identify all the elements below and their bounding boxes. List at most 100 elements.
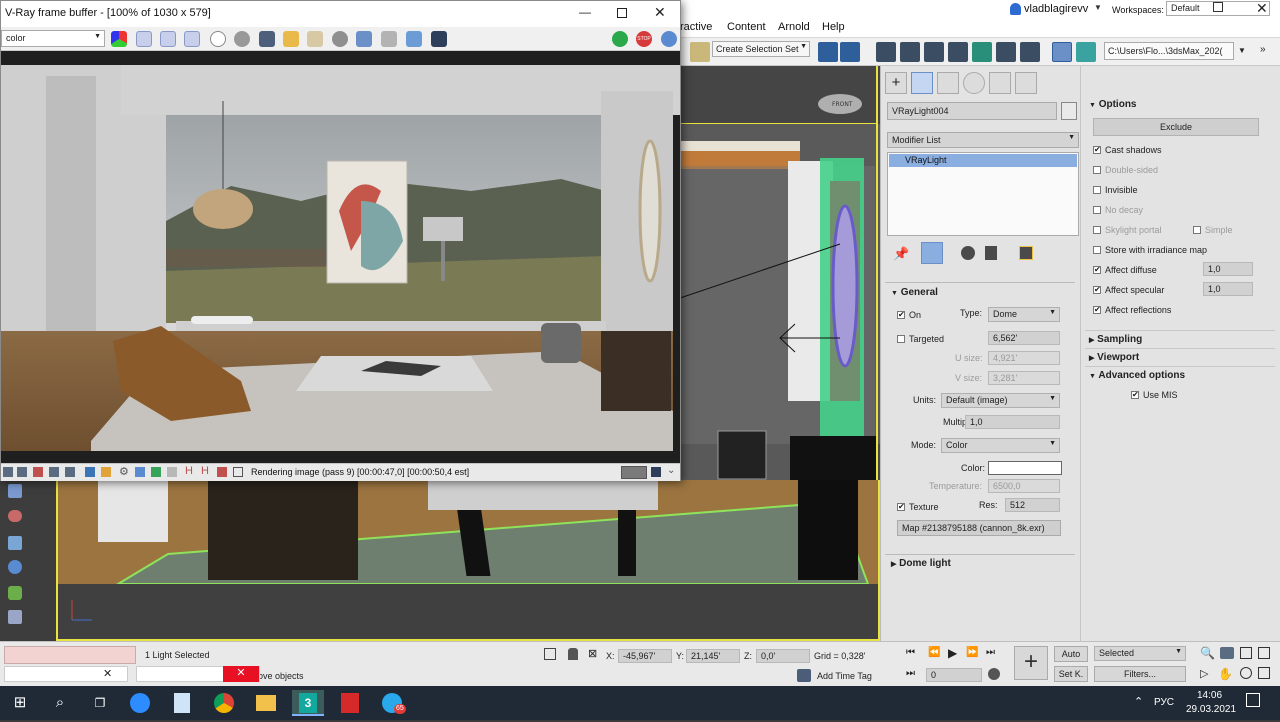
general-header[interactable]: ▼ General <box>891 287 938 303</box>
viewport-lower[interactable] <box>56 480 880 641</box>
time-config-icon[interactable] <box>988 668 1000 680</box>
object-name-field[interactable]: VRayLight004 <box>887 102 1057 120</box>
white-icon[interactable] <box>210 31 226 47</box>
srgb-icon[interactable] <box>135 467 145 477</box>
schematic-icon[interactable] <box>948 42 968 62</box>
key-mode-icon[interactable]: ⏭ <box>906 668 915 679</box>
create-tab-icon[interactable]: + <box>885 72 907 94</box>
pixel-aspect-icon[interactable] <box>217 467 227 477</box>
sampling-rollout[interactable]: ▶ Sampling <box>1085 330 1275 346</box>
units-select[interactable]: Default (image) <box>941 393 1060 408</box>
red-channel-icon[interactable] <box>136 31 152 47</box>
input-language[interactable]: РУС <box>1154 697 1174 708</box>
curve-icon[interactable] <box>65 467 75 477</box>
modify-tab-icon[interactable] <box>911 72 933 94</box>
use-mis-checkbox[interactable]: ✔ <box>1131 391 1139 399</box>
goto-start-icon[interactable]: ⏮ <box>906 647 915 658</box>
mono-icon[interactable] <box>234 31 250 47</box>
history-icon[interactable] <box>3 467 13 477</box>
3dsmax-app-icon[interactable]: 3 <box>292 690 324 716</box>
dome-light-rollout[interactable]: ▶ Dome light <box>885 554 1075 570</box>
material-editor-icon[interactable] <box>972 42 992 62</box>
exposure-icon[interactable] <box>101 467 111 477</box>
menu-arnold[interactable]: Arnold <box>778 21 810 33</box>
usize-spinner[interactable]: 4,921' <box>988 351 1060 365</box>
expand-panel-icon[interactable]: ⌄ <box>667 465 675 476</box>
exclude-button[interactable]: Exclude <box>1093 118 1259 136</box>
hierarchy-tab-icon[interactable] <box>937 72 959 94</box>
fov-icon[interactable]: ▷ <box>1200 667 1208 680</box>
color-swatch[interactable] <box>988 461 1062 475</box>
maxscript-listener[interactable] <box>4 646 136 664</box>
notepad-app-icon[interactable] <box>166 690 198 716</box>
minimize-icon[interactable]: — <box>579 5 591 19</box>
track-mouse-icon[interactable] <box>381 31 397 47</box>
stop-render-icon[interactable]: STOP <box>636 31 652 47</box>
menu-content[interactable]: Content <box>727 21 766 33</box>
store-irradiance-checkbox[interactable] <box>1093 246 1101 254</box>
display-tab-icon[interactable] <box>989 72 1011 94</box>
affect-diffuse-checkbox[interactable]: ✔ <box>1093 266 1101 274</box>
icc-icon[interactable] <box>167 467 177 477</box>
align-icon[interactable] <box>840 42 860 62</box>
close-icon[interactable]: ✕ <box>223 666 259 682</box>
drape-icon[interactable] <box>8 610 22 624</box>
zoom-extents-icon[interactable] <box>1240 647 1252 659</box>
layers-icon[interactable] <box>876 42 896 62</box>
advanced-rollout[interactable]: ▼ Advanced options ✔ Use MIS <box>1085 366 1275 406</box>
frame-window-icon[interactable] <box>1020 42 1040 62</box>
key-filter-select[interactable]: Selected <box>1094 646 1186 661</box>
histogram-icon[interactable] <box>85 467 95 477</box>
object-color-swatch[interactable] <box>1061 102 1077 120</box>
display-icon[interactable] <box>431 31 447 47</box>
settings-gear-icon[interactable]: ⚙ <box>119 465 129 478</box>
refresh-icon[interactable] <box>612 31 628 47</box>
no-decay-checkbox[interactable] <box>1093 206 1101 214</box>
task-view-icon[interactable]: ❐ <box>84 690 116 716</box>
simple-checkbox[interactable] <box>1193 226 1201 234</box>
isolate-icon[interactable] <box>544 648 556 660</box>
search-icon[interactable]: ⌕ <box>44 690 76 716</box>
channel-select[interactable]: color ▼ <box>1 30 105 47</box>
taskbar-preview-thumb[interactable]: ✕ <box>4 666 128 682</box>
goto-end-icon[interactable]: ⏭ <box>986 647 995 658</box>
chevron-down-icon[interactable]: ▼ <box>1094 3 1102 12</box>
pin-stack-icon[interactable]: 📌 <box>893 246 909 262</box>
rivet-icon[interactable] <box>8 484 22 498</box>
globe-icon[interactable] <box>8 560 22 574</box>
cast-shadows-checkbox[interactable]: ✔ <box>1093 146 1101 154</box>
modifier-stack-item[interactable]: VRayLight <box>889 154 1077 167</box>
options-header[interactable]: ▼ Options <box>1089 99 1137 115</box>
ocio-icon[interactable] <box>151 467 161 477</box>
mode-select[interactable]: Color <box>941 438 1060 453</box>
res-spinner[interactable]: 512 <box>1005 498 1060 512</box>
make-unique-icon[interactable] <box>961 246 975 260</box>
lut-icon[interactable] <box>33 467 43 477</box>
remove-modifier-icon[interactable] <box>985 246 997 260</box>
clock-date[interactable]: 29.03.2021 <box>1186 704 1236 715</box>
y-coordinate[interactable]: 21,145' <box>686 649 740 663</box>
close-icon[interactable]: ✕ <box>103 667 112 680</box>
scene-explorer-icon[interactable] <box>900 42 920 62</box>
add-time-tag[interactable]: Add Time Tag <box>817 671 872 681</box>
blue-channel-icon[interactable] <box>184 31 200 47</box>
region-render-icon[interactable] <box>406 31 422 47</box>
absolute-mode-icon[interactable]: ⊠ <box>588 647 597 660</box>
show-end-result-icon[interactable] <box>921 242 943 264</box>
utilities-tab-icon[interactable] <box>1015 72 1037 94</box>
close-icon[interactable]: ✕ <box>1256 0 1268 17</box>
duplicate-icon[interactable] <box>356 31 372 47</box>
maximize-viewport-icon[interactable] <box>1258 667 1270 679</box>
texture-map-button[interactable]: Map #2138795188 (cannon_8k.exr) <box>897 520 1061 536</box>
close-icon[interactable]: ✕ <box>654 4 666 21</box>
viewport-rollout[interactable]: ▶ Viewport <box>1085 348 1275 364</box>
temperature-spinner[interactable]: 6500,0 <box>988 479 1060 493</box>
type-select[interactable]: Dome <box>988 307 1060 322</box>
tray-chevron-icon[interactable]: ⌃ <box>1134 695 1143 708</box>
pdf-app-icon[interactable] <box>334 690 366 716</box>
zoom-all-icon[interactable] <box>1220 647 1234 659</box>
plant-icon[interactable] <box>8 586 22 600</box>
project-path[interactable]: C:\Users\Flo...\3dsMax_202( <box>1104 42 1234 60</box>
targeted-checkbox[interactable] <box>897 335 905 343</box>
green-channel-icon[interactable] <box>160 31 176 47</box>
